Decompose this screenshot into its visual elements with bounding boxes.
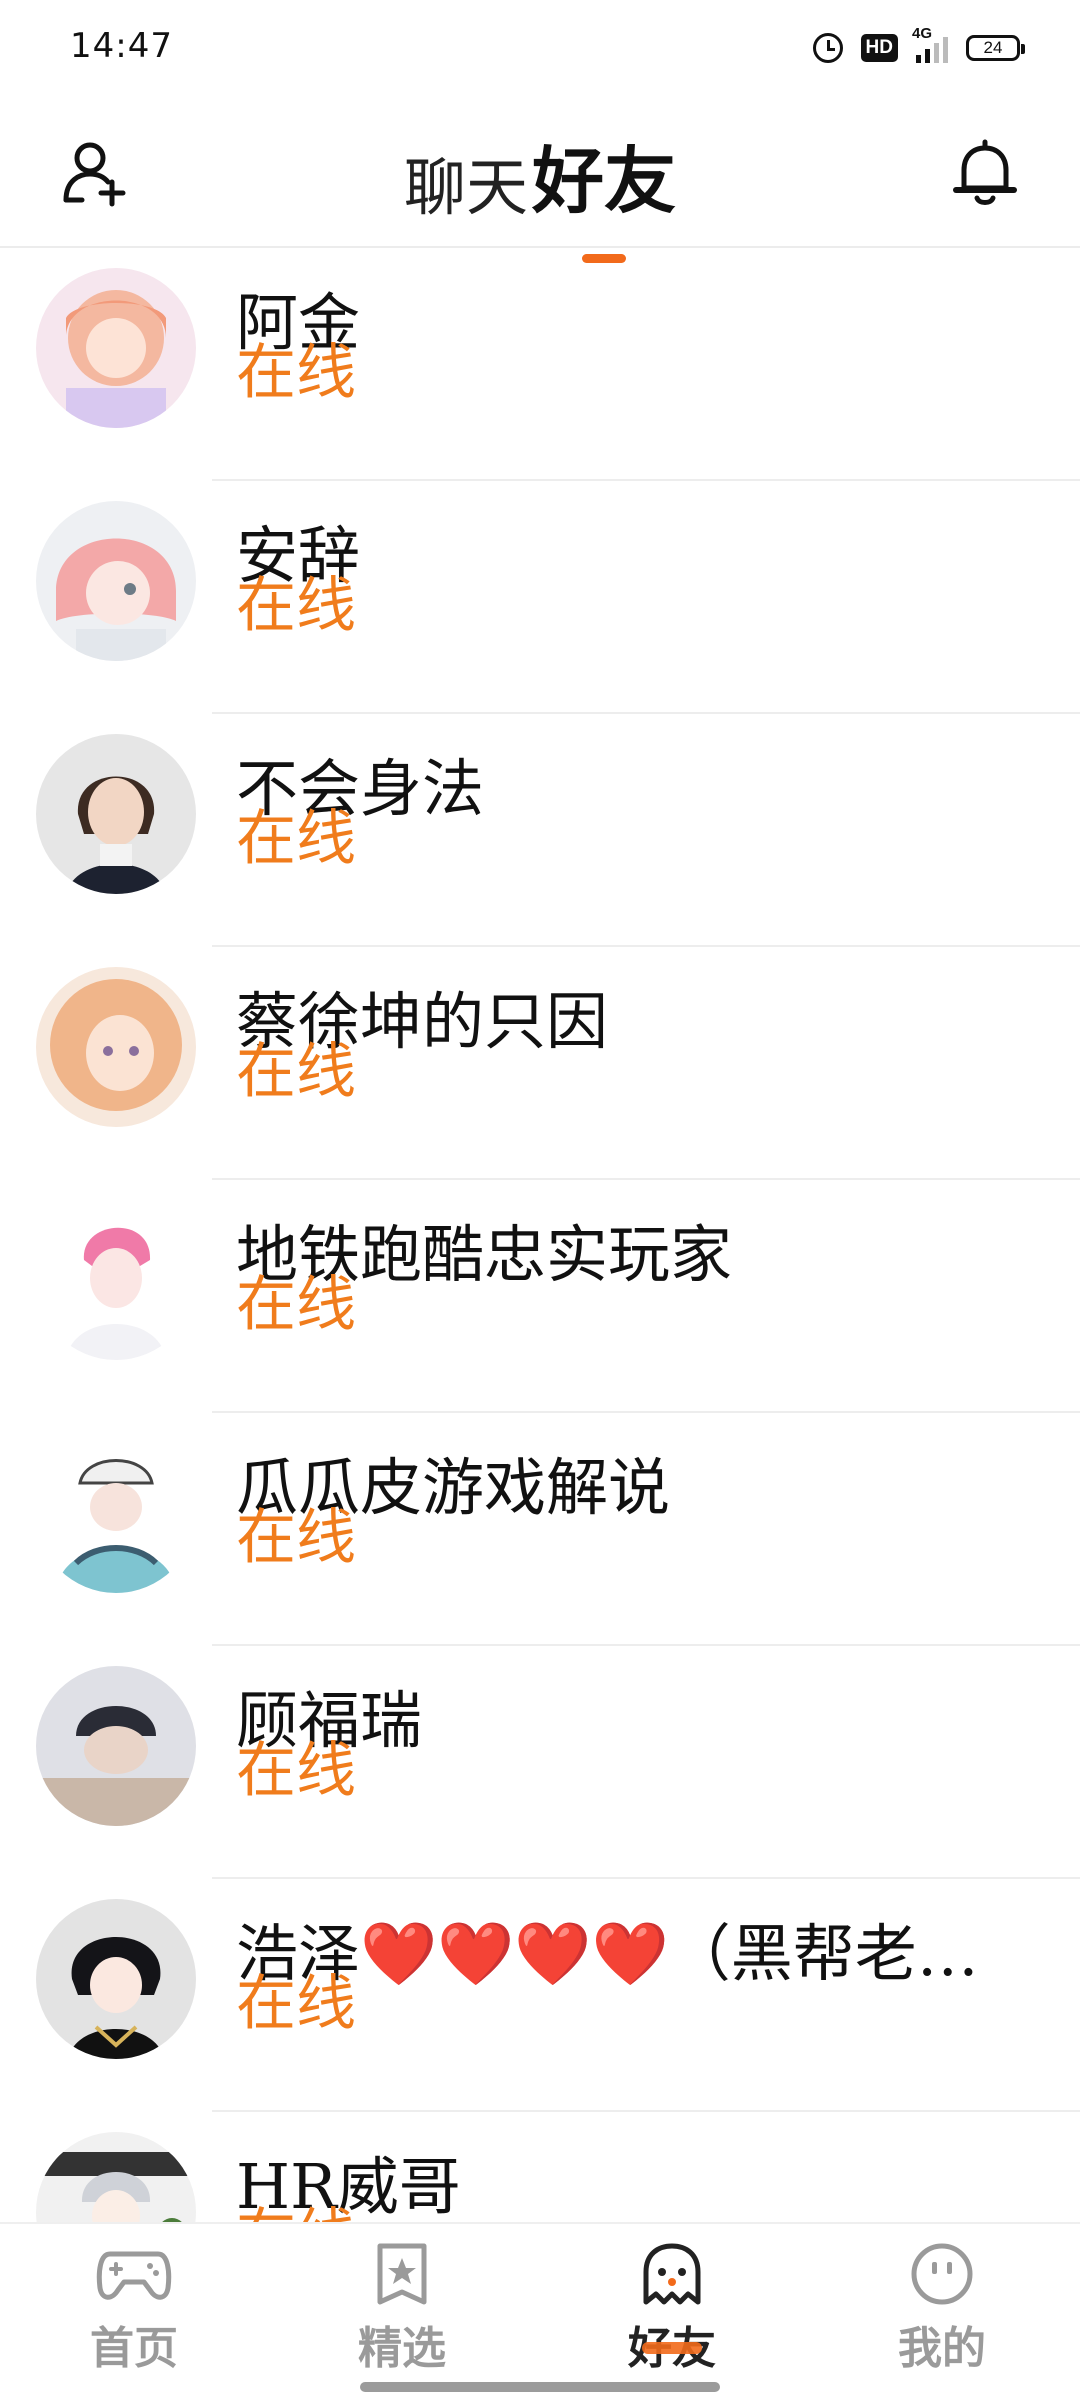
home-indicator[interactable]: [360, 2382, 720, 2392]
nav-me[interactable]: 我的: [852, 2242, 1032, 2376]
bottom-nav: 首页 精选 好友 我的: [0, 2222, 1080, 2402]
tab-chat[interactable]: 聊天: [404, 137, 528, 227]
online-status: 在线: [236, 571, 356, 641]
online-status: 在线: [236, 1736, 356, 1806]
battery-icon: 24: [966, 35, 1025, 61]
avatar[interactable]: [36, 1433, 196, 1593]
notification-button[interactable]: [950, 136, 1020, 208]
friend-row[interactable]: HR威哥 在线: [0, 2112, 1080, 2222]
friend-row[interactable]: 不会身法 在线: [0, 714, 1080, 947]
avatar[interactable]: [36, 1200, 196, 1360]
star-card-icon: [377, 2243, 427, 2305]
tab-friends-label: 好友: [532, 138, 677, 223]
nav-home[interactable]: 首页: [44, 2242, 224, 2376]
nav-label: 首页: [90, 2323, 178, 2374]
nav-active-indicator: [642, 2342, 702, 2354]
nav-featured[interactable]: 精选: [312, 2242, 492, 2376]
status-bar: 14:47 HD 4G 24: [0, 0, 1080, 96]
friend-row[interactable]: 蔡徐坤的只因 在线: [0, 947, 1080, 1180]
bell-icon: [953, 139, 1017, 205]
avatar[interactable]: [36, 967, 196, 1127]
friend-row[interactable]: 瓜瓜皮游戏解说 在线: [0, 1413, 1080, 1646]
online-status: 在线: [236, 1503, 356, 1573]
header-tabs: 聊天好友: [0, 122, 1080, 263]
ghost-icon: [643, 2243, 701, 2305]
friend-row[interactable]: 安辞 在线: [0, 481, 1080, 714]
nav-friends[interactable]: 好友: [582, 2242, 762, 2376]
friend-list: 阿金 在线 安辞 在线 不会身法 在线 蔡徐坤的只因 在线 地铁跑酷忠实玩家 在…: [0, 248, 1080, 2222]
tab-friends[interactable]: 好友: [532, 122, 677, 263]
hd-badge: HD: [860, 34, 898, 62]
avatar[interactable]: [36, 501, 196, 661]
friend-row[interactable]: 地铁跑酷忠实玩家 在线: [0, 1180, 1080, 1413]
gamepad-icon: [96, 2251, 172, 2300]
friend-row[interactable]: 浩泽❤️❤️❤️❤️（黑帮老… 在线: [0, 1879, 1080, 2112]
signal-icon: 4G: [912, 25, 948, 63]
online-status: 在线: [236, 804, 356, 874]
online-status: 在线: [236, 1270, 356, 1340]
friend-row[interactable]: 顾福瑞 在线: [0, 1646, 1080, 1879]
alarm-icon: [812, 33, 843, 63]
avatar[interactable]: [36, 1666, 196, 1826]
avatar[interactable]: [36, 2132, 196, 2222]
top-header: 聊天好友: [0, 96, 1080, 263]
avatar[interactable]: [36, 268, 196, 428]
online-status: 在线: [236, 2202, 356, 2222]
battery-level: 24: [983, 38, 1003, 57]
smile-face-icon: [911, 2243, 973, 2305]
nav-label: 精选: [358, 2323, 446, 2374]
online-status: 在线: [236, 1969, 356, 2039]
online-status: 在线: [236, 1037, 356, 1107]
online-status: 在线: [236, 338, 356, 408]
status-time: 14:47: [70, 26, 173, 66]
status-icons: HD 4G 24: [812, 25, 1025, 68]
avatar[interactable]: [36, 734, 196, 894]
friend-row[interactable]: 阿金 在线: [0, 248, 1080, 481]
network-type: 4G: [912, 25, 933, 42]
nav-label: 我的: [898, 2323, 986, 2374]
avatar[interactable]: [36, 1899, 196, 2059]
